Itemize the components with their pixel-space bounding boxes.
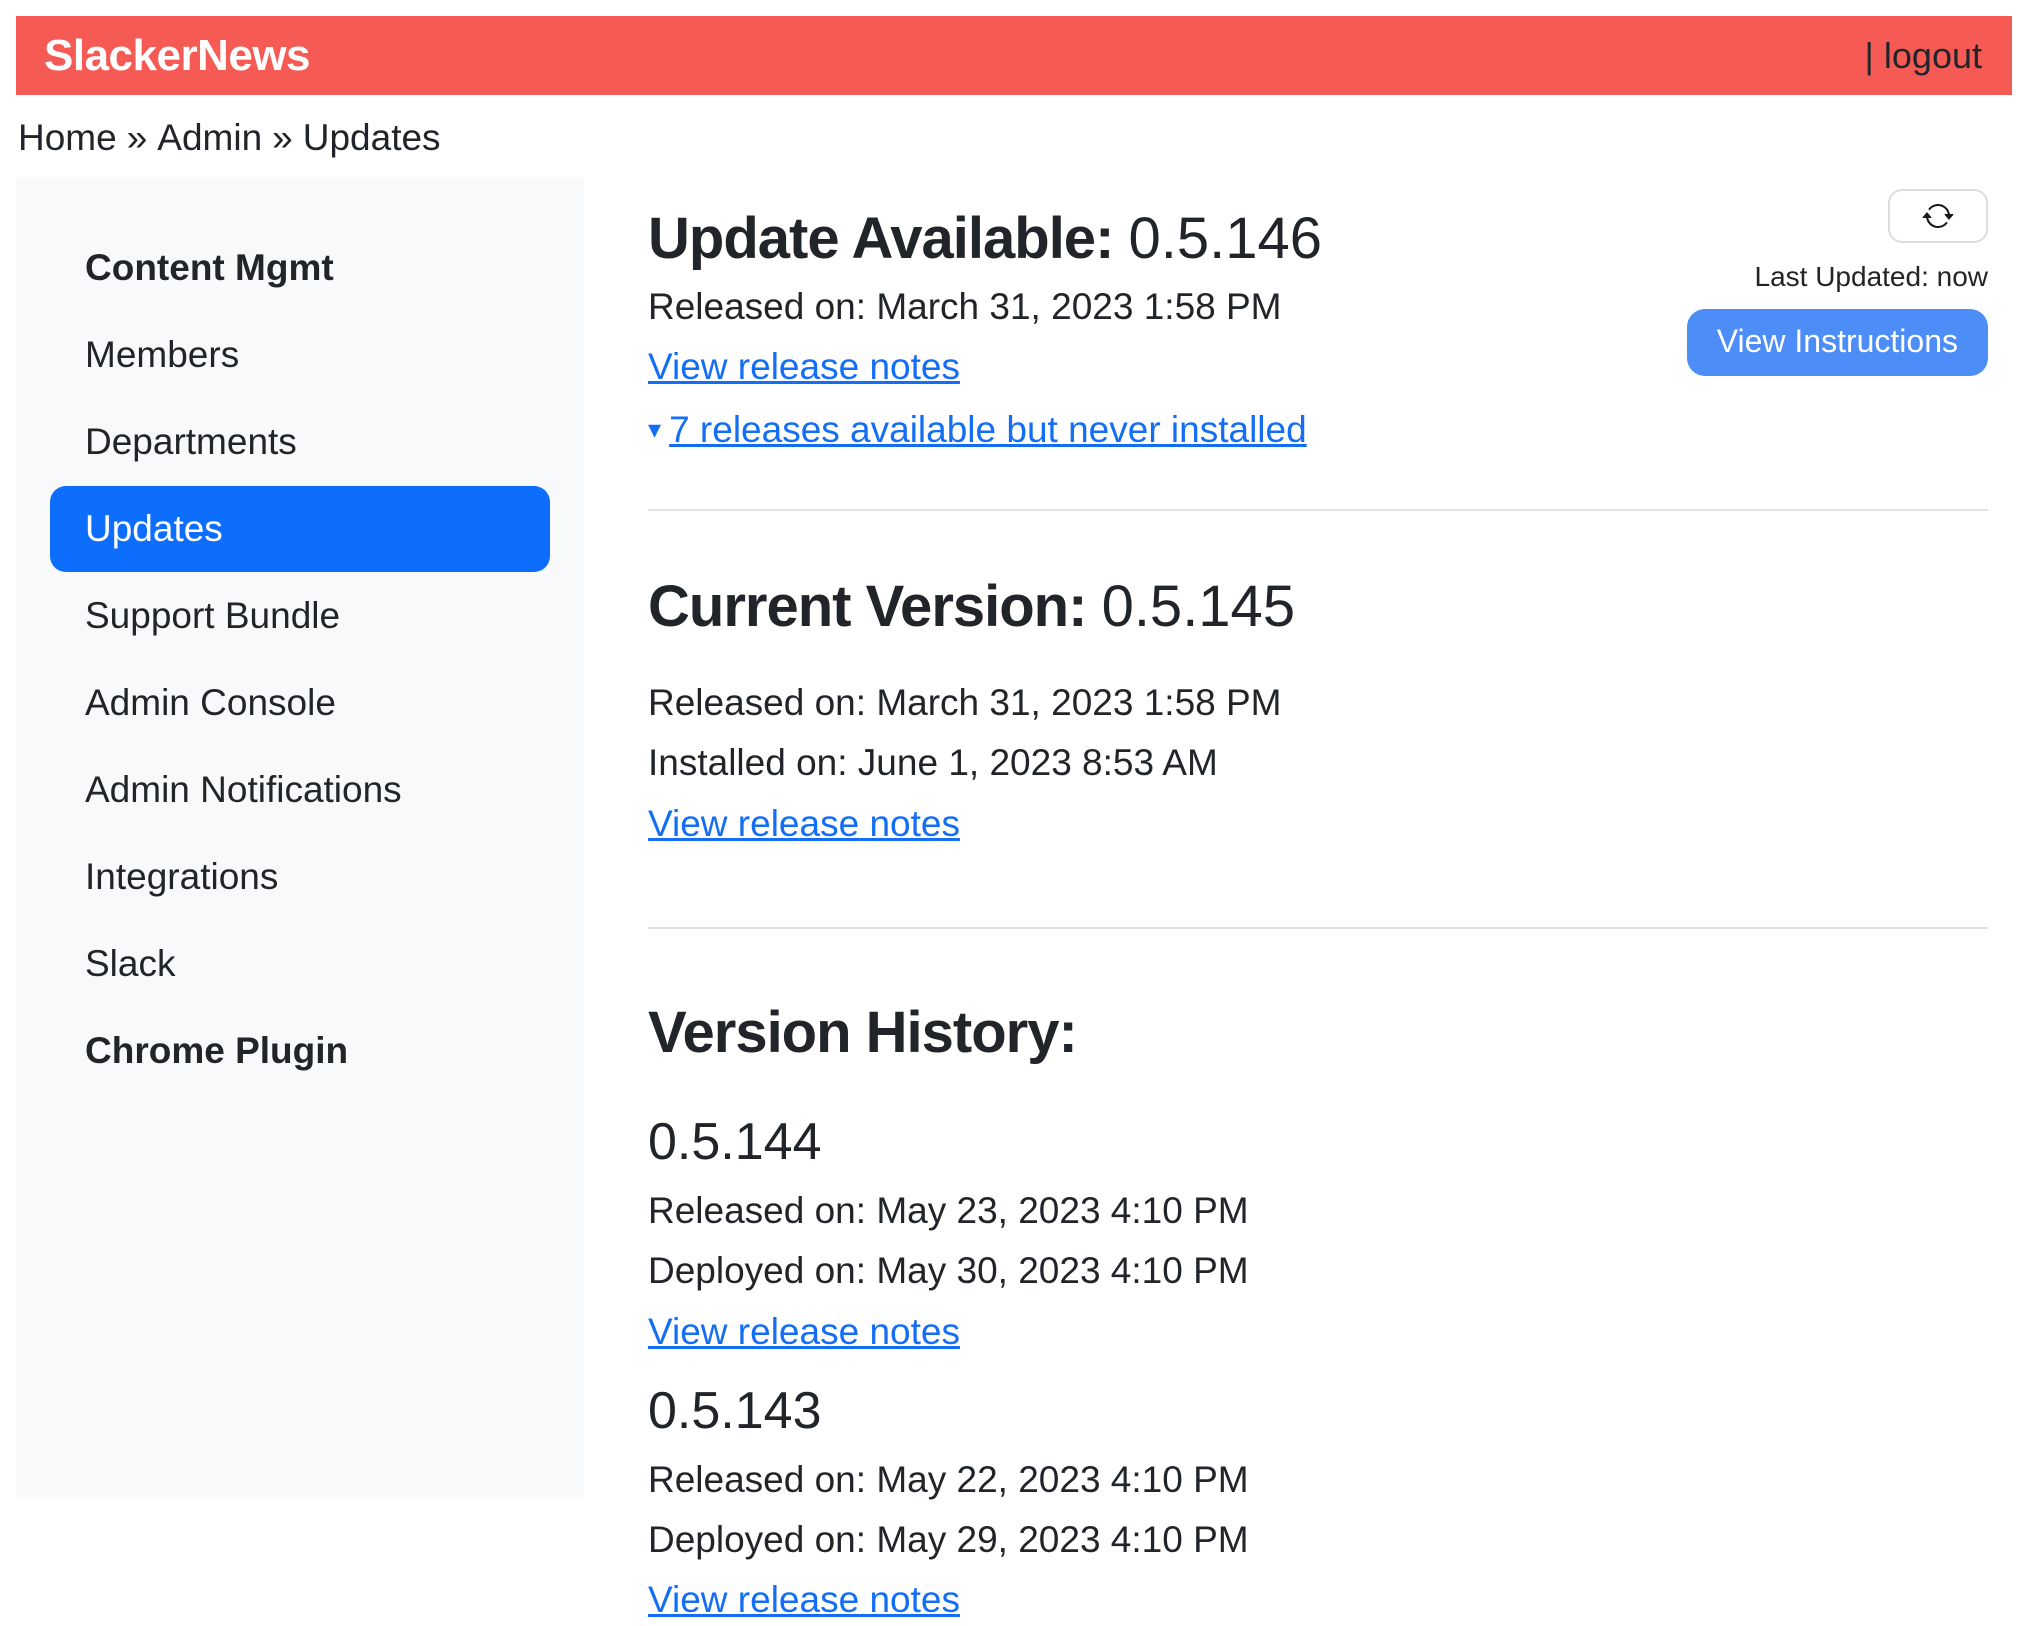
history-released-on: Released on: May 22, 2023 4:10 PM — [648, 1455, 1988, 1505]
sidebar-item-content-mgmt[interactable]: Content Mgmt — [50, 225, 550, 311]
top-header-bar: SlackerNews | logout — [16, 16, 2012, 95]
sidebar-item-updates[interactable]: Updates — [50, 486, 550, 572]
content-layout: Content Mgmt Members Departments Updates… — [16, 177, 2012, 1626]
section-divider — [648, 509, 1988, 511]
update-available-version: 0.5.146 — [1129, 206, 1323, 271]
breadcrumb-home[interactable]: Home — [18, 117, 117, 158]
history-release-notes-link[interactable]: View release notes — [648, 1579, 960, 1620]
current-version-section: Current Version: 0.5.145 Released on: Ma… — [648, 573, 1988, 849]
logout-link[interactable]: | logout — [1865, 35, 1982, 77]
update-release-notes-link[interactable]: View release notes — [648, 346, 960, 387]
version-history-heading: Version History: — [648, 999, 1988, 1066]
version-history-entry: 0.5.144 Released on: May 23, 2023 4:10 P… — [648, 1112, 1988, 1357]
releases-toggle-link[interactable]: ▾7 releases available but never installe… — [648, 409, 1307, 450]
main-content: Last Updated: now View Instructions Upda… — [584, 177, 2012, 1626]
history-release-notes-link[interactable]: View release notes — [648, 1311, 960, 1352]
sidebar-item-admin-notifications[interactable]: Admin Notifications — [50, 747, 550, 833]
page: SlackerNews | logout Home»Admin»Updates … — [0, 0, 2028, 1626]
sidebar-item-members[interactable]: Members — [50, 312, 550, 398]
view-instructions-button[interactable]: View Instructions — [1687, 309, 1988, 376]
current-version-number: 0.5.145 — [1102, 574, 1296, 639]
sidebar-item-support-bundle[interactable]: Support Bundle — [50, 573, 550, 659]
current-version-heading: Current Version: 0.5.145 — [648, 573, 1988, 640]
breadcrumb-separator: » — [127, 117, 148, 158]
section-divider — [648, 927, 1988, 929]
history-version-number: 0.5.144 — [648, 1112, 1988, 1172]
refresh-button[interactable] — [1888, 189, 1988, 243]
breadcrumb-admin[interactable]: Admin — [157, 117, 262, 158]
sidebar-item-admin-console[interactable]: Admin Console — [50, 660, 550, 746]
app-title: SlackerNews — [44, 31, 310, 81]
current-release-notes-link[interactable]: View release notes — [648, 803, 960, 844]
version-history-entry: 0.5.143 Released on: May 22, 2023 4:10 P… — [648, 1381, 1988, 1626]
last-updated-text: Last Updated: now — [1755, 261, 1989, 293]
breadcrumb: Home»Admin»Updates — [16, 95, 2012, 177]
history-deployed-on: Deployed on: May 30, 2023 4:10 PM — [648, 1246, 1988, 1296]
current-installed-on: Installed on: June 1, 2023 8:53 AM — [648, 738, 1988, 788]
sidebar-item-integrations[interactable]: Integrations — [50, 834, 550, 920]
status-panel: Last Updated: now View Instructions — [1687, 189, 1988, 376]
admin-sidebar: Content Mgmt Members Departments Updates… — [16, 177, 584, 1497]
breadcrumb-separator: » — [272, 117, 293, 158]
version-history-section: Version History: 0.5.144 Released on: Ma… — [648, 999, 1988, 1626]
sidebar-item-departments[interactable]: Departments — [50, 399, 550, 485]
history-released-on: Released on: May 23, 2023 4:10 PM — [648, 1186, 1988, 1236]
refresh-icon — [1922, 200, 1954, 232]
history-deployed-on: Deployed on: May 29, 2023 4:10 PM — [648, 1515, 1988, 1565]
sidebar-item-slack[interactable]: Slack — [50, 921, 550, 1007]
caret-down-icon: ▾ — [648, 412, 661, 447]
current-released-on: Released on: March 31, 2023 1:58 PM — [648, 678, 1988, 728]
history-version-number: 0.5.143 — [648, 1381, 1988, 1441]
breadcrumb-current: Updates — [303, 117, 441, 158]
sidebar-item-chrome-plugin[interactable]: Chrome Plugin — [50, 1008, 550, 1094]
